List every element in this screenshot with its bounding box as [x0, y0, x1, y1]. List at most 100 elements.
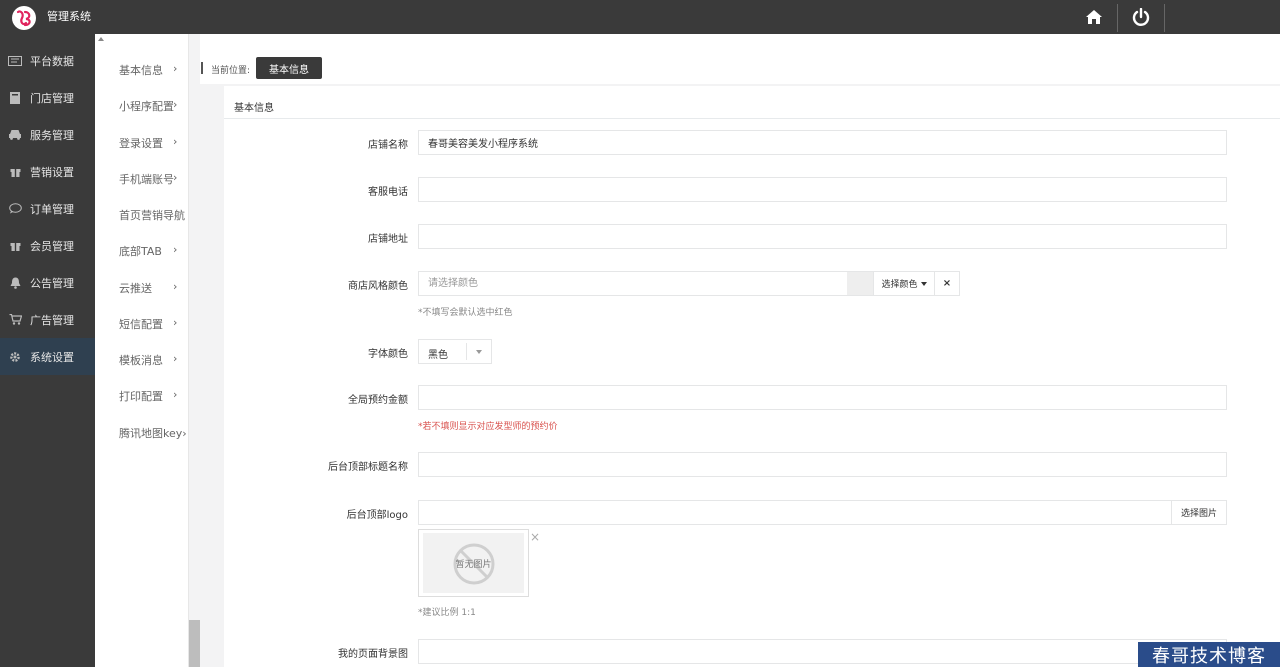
- chevron-right-icon: ›: [173, 388, 178, 401]
- image-placeholder: 暂无图片: [423, 533, 524, 593]
- my-bg-input[interactable]: [418, 639, 1227, 664]
- admin-logo-input[interactable]: [418, 500, 1172, 525]
- service-phone-label: 客服电话: [368, 187, 408, 198]
- divider: [1164, 4, 1165, 32]
- sidebar-item-service[interactable]: 服务管理: [0, 116, 95, 153]
- watermark: 春哥技术博客: [1138, 642, 1280, 667]
- style-color-label: 商店风格颜色: [348, 281, 408, 292]
- admin-title-label: 后台顶部标题名称: [328, 462, 408, 473]
- chevron-right-icon: ›: [173, 352, 178, 365]
- font-color-value: 黑色: [428, 350, 448, 361]
- chevron-right-icon: ›: [173, 280, 178, 293]
- sidebar-item-label: 订单管理: [30, 202, 74, 216]
- dashboard-icon: [0, 55, 30, 66]
- subnav-item-sms[interactable]: 短信配置: [119, 316, 163, 332]
- deposit-label: 全局预约金额: [348, 395, 408, 406]
- sidebar-item-ads[interactable]: 广告管理: [0, 301, 95, 338]
- subnav-item-mobile-account[interactable]: 手机端账号: [119, 171, 174, 187]
- sidebar-item-store[interactable]: 门店管理: [0, 79, 95, 116]
- sidebar-item-system-settings[interactable]: 系统设置: [0, 338, 95, 375]
- sidebar-item-label: 平台数据: [30, 54, 74, 68]
- settings-subnav: [95, 34, 189, 667]
- breadcrumb: [200, 34, 1280, 84]
- panel-title: 基本信息: [234, 103, 274, 114]
- subnav-item-map-key[interactable]: 腾讯地图key›: [119, 425, 187, 441]
- sidebar-item-marketing[interactable]: 营销设置: [0, 153, 95, 190]
- sidebar-item-label: 会员管理: [30, 239, 74, 253]
- subnav-item-print[interactable]: 打印配置: [119, 388, 163, 404]
- deposit-input[interactable]: [418, 385, 1227, 410]
- chat-icon: [0, 203, 30, 214]
- sidebar-item-label: 门店管理: [30, 91, 74, 105]
- breadcrumb-marker: [201, 62, 203, 74]
- admin-logo-label: 后台顶部logo: [346, 510, 408, 521]
- chevron-right-icon: ›: [173, 62, 178, 75]
- divider: [466, 343, 467, 360]
- admin-logo-hint: *建议比例 1:1: [418, 608, 476, 618]
- subnav-item-cloud-push[interactable]: 云推送: [119, 280, 152, 296]
- shop-address-label: 店铺地址: [368, 234, 408, 245]
- subnav-item-template-msg[interactable]: 模板消息: [119, 352, 163, 368]
- chevron-right-icon: ›: [173, 316, 178, 329]
- choose-color-button[interactable]: 选择颜色: [873, 271, 935, 296]
- remove-image-button[interactable]: ×: [530, 530, 540, 544]
- logo-icon: [12, 6, 36, 30]
- font-color-select[interactable]: 黑色: [418, 339, 492, 364]
- shop-name-label: 店铺名称: [368, 140, 408, 151]
- app-title: 管理系统: [47, 10, 91, 23]
- sidebar-item-label: 公告管理: [30, 276, 74, 290]
- style-color-input[interactable]: [418, 271, 848, 296]
- gear-icon: [0, 351, 30, 363]
- top-bar: 管理系统: [0, 0, 1280, 34]
- sidebar-item-label: 系统设置: [30, 350, 74, 364]
- shop-address-input[interactable]: [418, 224, 1227, 249]
- bell-icon: [0, 277, 30, 289]
- store-icon: [0, 91, 30, 104]
- my-bg-label: 我的页面背景图: [338, 649, 408, 660]
- admin-title-input[interactable]: [418, 452, 1227, 477]
- chevron-down-icon: [476, 350, 482, 354]
- choose-color-label: 选择颜色: [881, 280, 918, 290]
- caret-down-icon: [920, 281, 927, 286]
- sidebar-item-label: 广告管理: [30, 313, 74, 327]
- subnav-item-miniprogram[interactable]: 小程序配置: [119, 98, 174, 114]
- service-phone-input[interactable]: [418, 177, 1227, 202]
- scrollbar-thumb[interactable]: [189, 620, 200, 667]
- sidebar-item-orders[interactable]: 订单管理: [0, 190, 95, 227]
- cart-icon: [0, 314, 30, 325]
- breadcrumb-current-tab[interactable]: 基本信息: [256, 57, 322, 79]
- sidebar: 平台数据 门店管理 服务管理 营销设置 订单管理 会员管理 公告管理 广告管理 …: [0, 34, 95, 667]
- breadcrumb-label: 当前位置:: [211, 66, 251, 76]
- home-button[interactable]: [1071, 0, 1117, 34]
- deposit-hint: *若不填则显示对应发型师的预约价: [418, 422, 558, 432]
- car-icon: [0, 129, 30, 140]
- gift-icon: [0, 166, 30, 177]
- chevron-right-icon: ›: [173, 243, 178, 256]
- sidebar-item-platform-data[interactable]: 平台数据: [0, 42, 95, 79]
- power-icon: [1132, 8, 1150, 26]
- chevron-right-icon: ›: [173, 135, 178, 148]
- sidebar-item-label: 服务管理: [30, 128, 74, 142]
- chevron-right-icon: ›: [173, 171, 178, 184]
- no-image-text: 暂无图片: [455, 559, 492, 570]
- subnav-item-login[interactable]: 登录设置: [119, 135, 163, 151]
- style-color-hint: *不填写会默认选中红色: [418, 308, 513, 318]
- subnav-item-basic-info[interactable]: 基本信息: [119, 62, 163, 78]
- choose-image-button[interactable]: 选择图片: [1171, 500, 1227, 525]
- form-panel: [224, 86, 1280, 667]
- font-color-label: 字体颜色: [368, 349, 408, 360]
- clear-color-button[interactable]: ×: [934, 271, 960, 296]
- divider: [224, 118, 1280, 119]
- subnav-item-bottom-tab[interactable]: 底部TAB: [119, 243, 162, 259]
- sidebar-item-members[interactable]: 会员管理: [0, 227, 95, 264]
- subnav-item-home-nav[interactable]: 首页营销导航: [119, 207, 185, 223]
- scroll-up-arrow[interactable]: [98, 37, 104, 41]
- gift-icon: [0, 240, 30, 251]
- chevron-right-icon: ›: [173, 98, 178, 111]
- sidebar-item-label: 营销设置: [30, 165, 74, 179]
- sidebar-item-notices[interactable]: 公告管理: [0, 264, 95, 301]
- shop-name-input[interactable]: [418, 130, 1227, 155]
- color-swatch: [847, 271, 873, 296]
- home-icon: [1086, 10, 1102, 24]
- logout-button[interactable]: [1118, 0, 1164, 34]
